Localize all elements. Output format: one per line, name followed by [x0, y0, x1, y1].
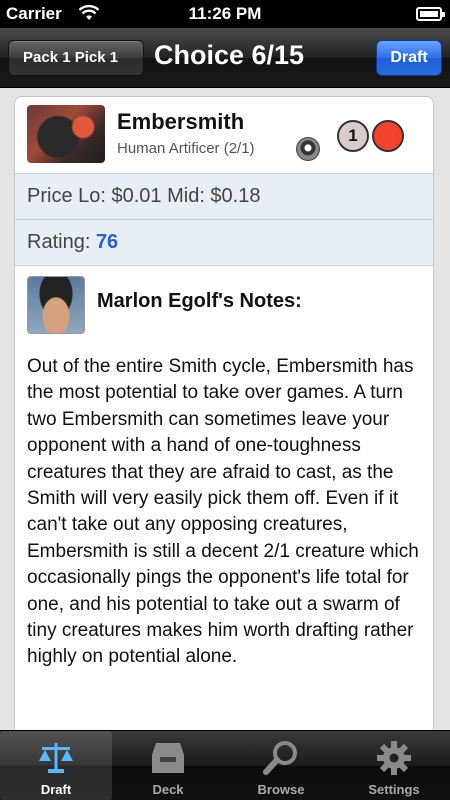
tab-bar: Draft Deck Browse Settings [0, 730, 450, 800]
tab-label-draft: Draft [40, 782, 72, 797]
tab-label-browse: Browse [257, 782, 305, 797]
card-art-thumbnail[interactable] [27, 105, 105, 163]
set-symbol-icon [296, 137, 320, 161]
back-button[interactable]: Pack 1 Pick 1 [8, 40, 144, 76]
generic-mana-icon: 1 [337, 120, 369, 152]
notes-section: Marlon Egolf's Notes: Out of the entire … [15, 265, 433, 667]
avatar [27, 276, 85, 334]
navigation-bar: Pack 1 Pick 1 Choice 6/15 Draft [0, 28, 450, 88]
rating-label: Rating: [27, 231, 91, 253]
battery-icon [416, 7, 445, 21]
rating-value: 76 [95, 231, 119, 253]
magnifier-icon [261, 739, 301, 777]
notes-body: Out of the entire Smith cycle, Embersmit… [27, 356, 419, 668]
tab-settings[interactable]: Settings [338, 731, 450, 800]
red-mana-icon [372, 120, 404, 152]
rating-row: Rating: 76 [15, 219, 433, 265]
notes-author-title: Marlon Egolf's Notes: [97, 290, 302, 312]
tab-deck[interactable]: Deck [112, 731, 224, 800]
page-title: Choice 6/15 [154, 40, 305, 70]
tab-draft[interactable]: Draft [0, 731, 112, 800]
card-header: Embersmith Human Artificer (2/1) 1 [15, 97, 433, 173]
draft-button[interactable]: Draft [376, 40, 442, 76]
price-row: Price Lo: $0.01 Mid: $0.18 [15, 173, 433, 219]
gear-icon [374, 739, 414, 777]
battery-level [420, 11, 438, 17]
clock: 11:26 PM [188, 4, 262, 23]
status-bar: Carrier 11:26 PM [0, 0, 450, 28]
tab-label-settings: Settings [368, 782, 420, 797]
card-name: Embersmith [117, 109, 245, 134]
card-type-line: Human Artificer (2/1) [117, 140, 255, 157]
card-detail-panel: Embersmith Human Artificer (2/1) 1 Price… [14, 96, 434, 736]
tab-label-deck: Deck [152, 782, 184, 797]
tab-browse[interactable]: Browse [225, 731, 337, 800]
deck-box-icon [148, 739, 188, 777]
scales-icon [36, 739, 76, 777]
